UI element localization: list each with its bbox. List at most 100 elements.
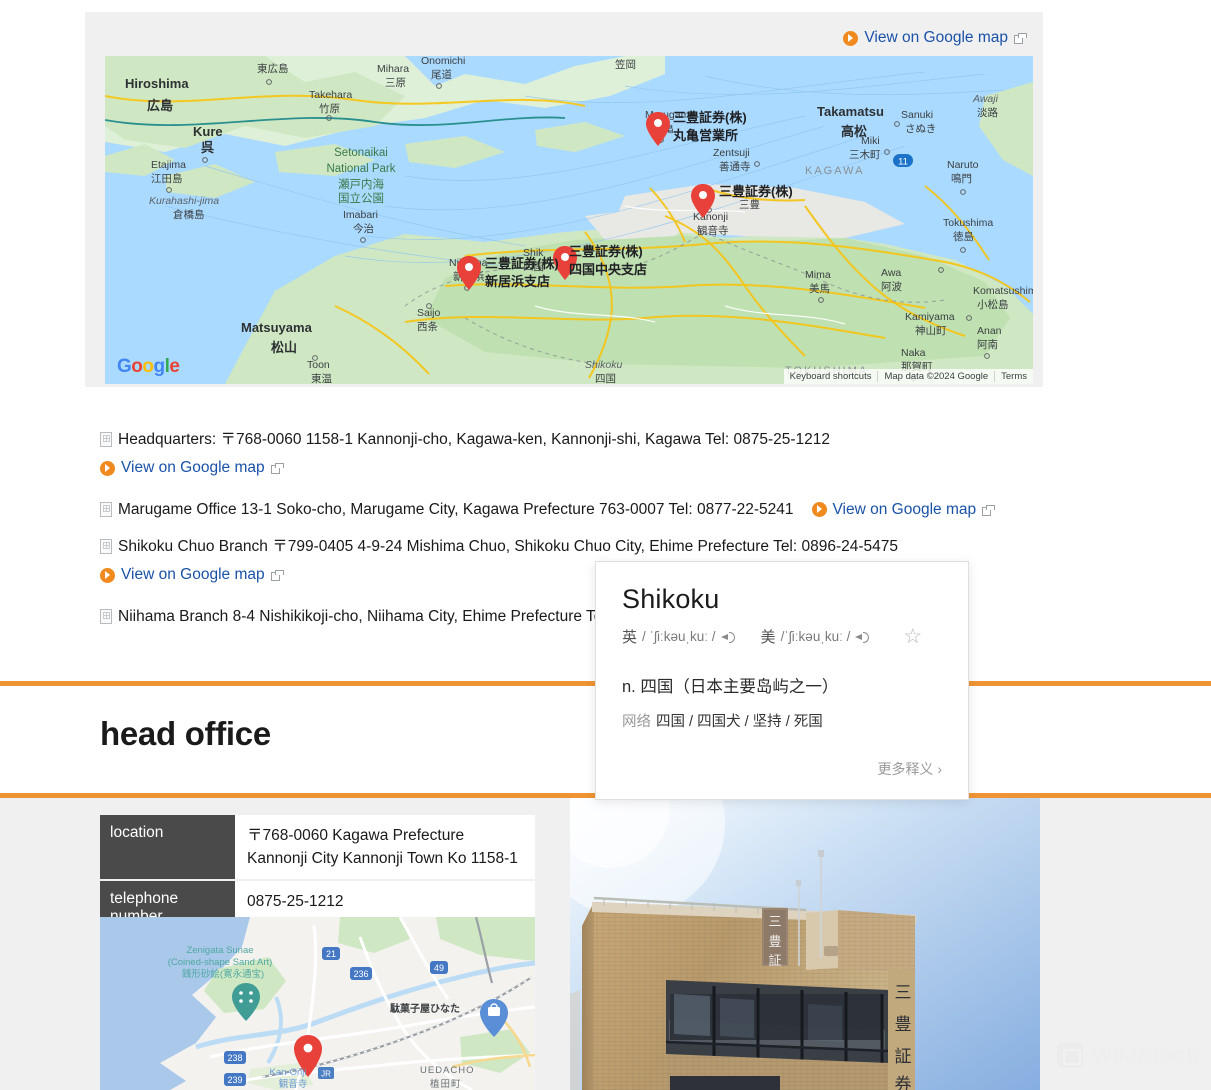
svg-text:三豊証券(株): 三豊証券(株): [719, 184, 793, 199]
uk-pronunciation-group: 英 / ˈʃiːkəuˌkuː /: [622, 626, 737, 647]
svg-text:三豊証券(株): 三豊証券(株): [569, 244, 643, 259]
svg-text:小松島: 小松島: [977, 298, 1009, 311]
row-value-location: 〒768-0060 Kagawa Prefecture Kannonji Cit…: [235, 815, 535, 881]
row-label-location: location: [100, 815, 235, 881]
svg-text:観音寺: 観音寺: [279, 1078, 308, 1090]
svg-text:呉: 呉: [201, 140, 214, 155]
svg-text:Shikoku: Shikoku: [585, 359, 623, 371]
favorite-star-icon[interactable]: ☆: [903, 626, 922, 647]
view-on-google-map-link-top[interactable]: View on Google map: [864, 29, 1008, 47]
google-map-canvas[interactable]: Kurahashi-jima 倉橋島 Etajima 江田島 Hiroshima…: [105, 56, 1033, 384]
map-panel: View on Google map Kurahashi-jima 倉橋島 Et…: [85, 12, 1043, 387]
svg-text:阿南: 阿南: [977, 338, 998, 351]
svg-text:瀬戸内海: 瀬戸内海: [338, 177, 384, 191]
route-shield-49: 49: [430, 961, 448, 974]
svg-text:三原: 三原: [385, 77, 406, 89]
wikistock-logo-icon: [1057, 1042, 1084, 1068]
us-phonetic: /ˈʃiːkəuˌkuː /: [780, 629, 851, 644]
head-office-mini-map[interactable]: 21 236 49 238 239 JR Zenigata Sunae (Coi…: [100, 917, 535, 1090]
svg-text:東温: 東温: [311, 372, 332, 384]
svg-text:松山: 松山: [271, 340, 297, 355]
svg-text:東広島: 東広島: [257, 62, 289, 75]
svg-text:淡路: 淡路: [977, 106, 998, 119]
svg-text:三豊: 三豊: [739, 198, 760, 211]
route-shield-238: 238: [224, 1051, 246, 1064]
svg-text:Miki: Miki: [861, 135, 880, 147]
location-line-1: 〒768-0060 Kagawa Prefecture: [247, 827, 465, 844]
address-map-link-row[interactable]: View on Google map: [100, 454, 1060, 482]
terms-link[interactable]: Terms: [994, 371, 1033, 382]
svg-text:鳴門: 鳴門: [951, 172, 972, 185]
svg-text:Zenigata Sunae: Zenigata Sunae: [186, 945, 253, 956]
speaker-icon-us[interactable]: [855, 630, 871, 644]
view-on-google-map-link[interactable]: View on Google map: [121, 454, 265, 482]
svg-text:Setonaikai: Setonaikai: [334, 147, 388, 159]
svg-text:National Park: National Park: [326, 163, 395, 175]
svg-text:証: 証: [768, 953, 781, 968]
svg-text:豊: 豊: [895, 1015, 912, 1034]
svg-text:広島: 広島: [147, 98, 173, 113]
svg-text:Kure: Kure: [193, 124, 223, 139]
svg-text:Kan-Onji: Kan-Onji: [270, 1067, 307, 1078]
address-row-marugame: Marugame Office 13-1 Soko-cho, Marugame …: [100, 495, 1060, 524]
view-on-google-map-link[interactable]: View on Google map: [121, 561, 265, 589]
address-text: Shikoku Chuo Branch 〒799-0405 4-9-24 Mis…: [118, 538, 899, 555]
building-icon: [100, 609, 112, 624]
svg-text:竹原: 竹原: [319, 102, 340, 115]
svg-text:駄菓子屋ひなた: 駄菓子屋ひなた: [390, 1002, 460, 1015]
svg-text:丸亀営業所: 丸亀営業所: [672, 128, 738, 143]
building-icon: [100, 432, 112, 447]
svg-text:Kanonji: Kanonji: [693, 211, 728, 223]
open-in-new-window-icon: [1014, 33, 1027, 44]
svg-text:Awaji: Awaji: [972, 93, 999, 105]
svg-text:Hiroshima: Hiroshima: [125, 76, 189, 91]
arrow-right-circle-icon: [100, 460, 115, 476]
svg-text:四国: 四国: [595, 373, 616, 384]
map-attribution-bar: Keyboard shortcuts Map data ©2024 Google…: [783, 369, 1033, 384]
network-terms-text: 四国 / 四国犬 / 坚持 / 死国: [656, 714, 823, 730]
svg-text:植田町: 植田町: [430, 1078, 462, 1090]
address-line: Headquarters: 〒768-0060 1158-1 Kannonji-…: [100, 425, 1060, 454]
svg-text:笠岡: 笠岡: [615, 58, 636, 71]
svg-text:銭形砂絵(寛永通宝): 銭形砂絵(寛永通宝): [182, 968, 264, 980]
svg-text:国立公園: 国立公園: [338, 191, 384, 205]
uk-label: 英: [622, 629, 638, 646]
us-label: 美: [760, 629, 776, 646]
svg-text:JR: JR: [321, 1070, 331, 1079]
open-in-new-window-icon: [270, 463, 284, 474]
svg-text:四国: 四国: [523, 261, 544, 273]
address-line: Marugame Office 13-1 Soko-cho, Marugame …: [100, 495, 1060, 524]
page-title: head office: [100, 715, 271, 752]
svg-text:Mihara: Mihara: [377, 63, 409, 75]
svg-text:Kamiyama: Kamiyama: [905, 311, 955, 323]
svg-text:徳島: 徳島: [953, 230, 974, 243]
svg-text:三豊証券(株): 三豊証券(株): [673, 110, 747, 125]
svg-text:Komatsushima: Komatsushima: [973, 285, 1033, 297]
more-definitions-link[interactable]: 更多释义 ›: [877, 759, 942, 779]
svg-text:KAGAWA: KAGAWA: [805, 165, 864, 177]
watermark-text: WikiStock: [1091, 1042, 1199, 1067]
svg-text:三木町: 三木町: [849, 149, 881, 161]
building-icon: [100, 539, 112, 554]
svg-text:Mima: Mima: [805, 269, 831, 281]
svg-text:Takehara: Takehara: [309, 89, 352, 101]
svg-text:Matsuyama: Matsuyama: [241, 320, 313, 335]
map-view-link-row[interactable]: View on Google map: [843, 29, 1027, 47]
svg-text:49: 49: [434, 963, 444, 973]
map-data-label: Map data ©2024 Google: [877, 371, 994, 382]
location-line-2: Kannonji City Kannonji Town Ko 1158-1: [247, 850, 518, 867]
route-shield-236: 236: [350, 967, 372, 980]
speaker-icon-uk[interactable]: [720, 630, 737, 644]
address-line: Shikoku Chuo Branch 〒799-0405 4-9-24 Mis…: [100, 532, 1060, 561]
address-text: Marugame Office 13-1 Soko-cho, Marugame …: [118, 501, 794, 518]
svg-text:今治: 今治: [353, 222, 374, 235]
svg-text:Onomichi: Onomichi: [421, 56, 465, 67]
svg-text:238: 238: [227, 1053, 242, 1063]
svg-text:新居浜支店: 新居浜支店: [485, 274, 550, 289]
view-on-google-map-link[interactable]: View on Google map: [833, 495, 977, 524]
dictionary-pronunciation-row: 英 / ˈʃiːkəuˌkuː / 美 /ˈʃiːkəuˌkuː / ☆: [622, 626, 942, 647]
svg-text:UEDACHO: UEDACHO: [420, 1065, 475, 1076]
page-root: View on Google map Kurahashi-jima 倉橋島 Et…: [0, 0, 1211, 1090]
keyboard-shortcuts-label[interactable]: Keyboard shortcuts: [784, 371, 878, 382]
svg-text:豊: 豊: [768, 934, 781, 949]
